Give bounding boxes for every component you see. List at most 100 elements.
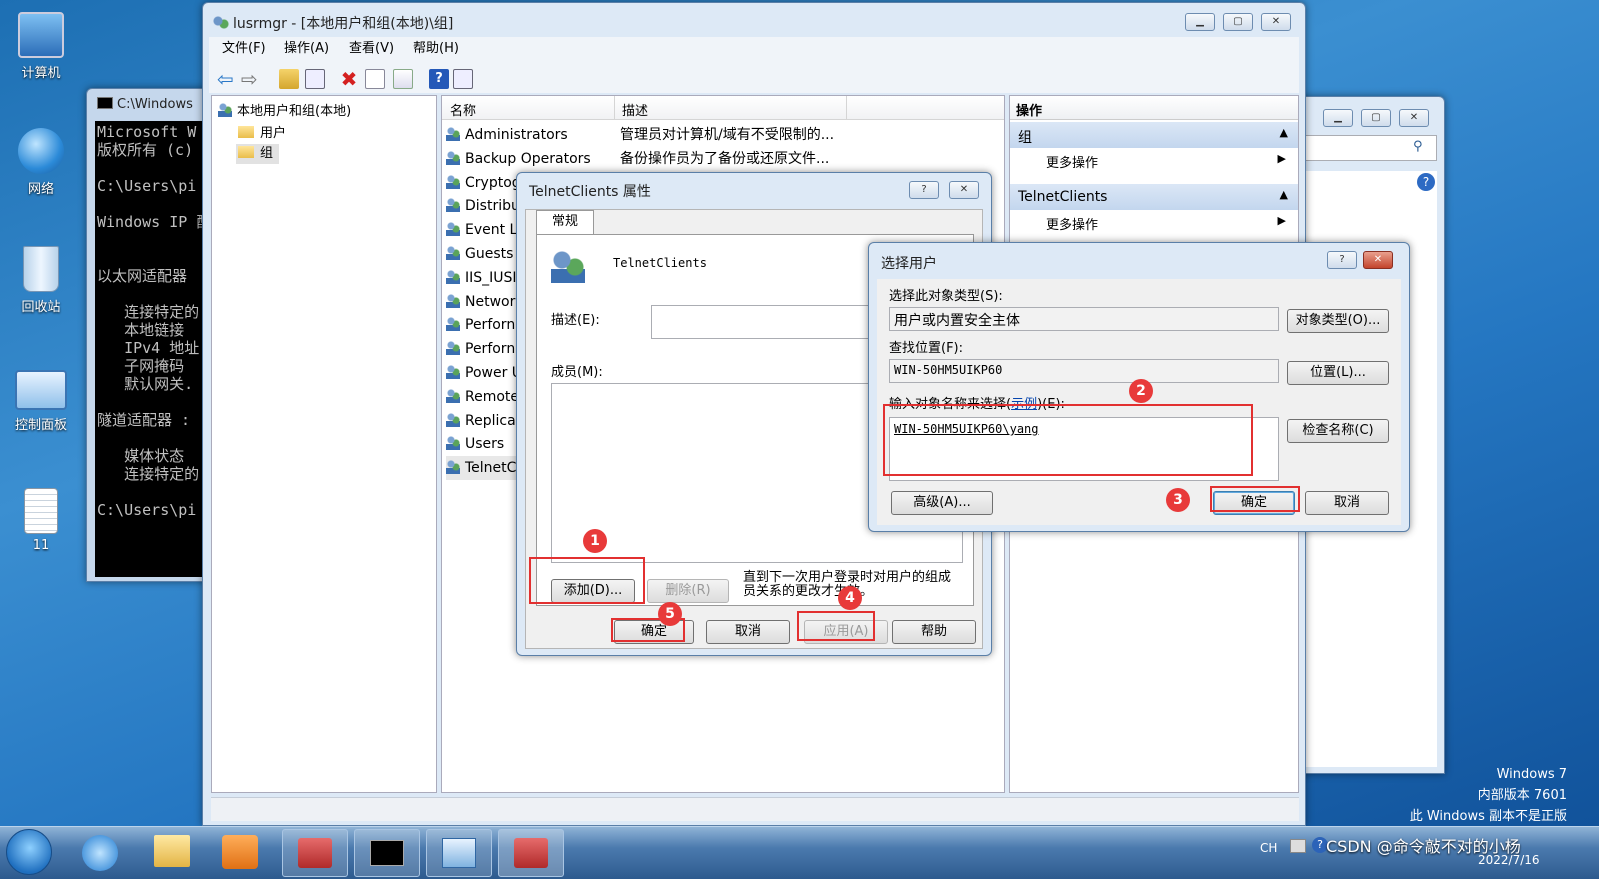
advanced-button[interactable]: 高级(A)... bbox=[891, 491, 993, 515]
column-divider[interactable] bbox=[614, 96, 615, 120]
menu-view[interactable]: 查看(V) bbox=[349, 37, 394, 61]
back-arrow-icon[interactable]: ⇦ bbox=[217, 69, 237, 89]
table-row[interactable]: TelnetC bbox=[446, 456, 517, 480]
start-button[interactable] bbox=[6, 829, 52, 875]
group-name: Cryptog bbox=[465, 175, 521, 191]
taskbar-item-control-panel[interactable] bbox=[426, 829, 492, 877]
group-icon bbox=[446, 389, 460, 403]
table-row[interactable]: Perforn bbox=[446, 313, 515, 337]
desktop-icon-label: 计算机 bbox=[21, 66, 61, 81]
desktop-icon-computer[interactable]: 计算机 bbox=[8, 12, 74, 81]
maximize-button[interactable]: ▢ bbox=[1223, 13, 1253, 31]
table-row[interactable]: IIS_IUSI bbox=[446, 266, 517, 290]
show-action-pane-icon[interactable] bbox=[453, 69, 473, 89]
cancel-button[interactable]: 取消 bbox=[1305, 491, 1389, 515]
remove-button[interactable]: 删除(R) bbox=[647, 579, 729, 603]
table-row[interactable]: Users bbox=[446, 432, 504, 456]
desktop-icon-network[interactable]: 网络 bbox=[8, 128, 74, 197]
table-row[interactable]: Administrators 管理员对计算机/域有不受限制的... bbox=[446, 123, 834, 147]
check-names-button[interactable]: 检查名称(C) bbox=[1287, 419, 1389, 443]
menu-action[interactable]: 操作(A) bbox=[284, 37, 329, 61]
table-row[interactable]: Distribu bbox=[446, 194, 520, 218]
close-button[interactable]: ✕ bbox=[1261, 13, 1291, 31]
table-row[interactable]: Replica bbox=[446, 409, 516, 433]
desktop-icon-label: 网络 bbox=[27, 182, 54, 197]
desktop-icon-control-panel[interactable]: 控制面板 bbox=[8, 370, 74, 433]
locations-button[interactable]: 位置(L)... bbox=[1287, 361, 1389, 385]
column-name[interactable]: 名称 bbox=[450, 100, 476, 119]
help-dialog-button[interactable]: 帮助 bbox=[892, 620, 976, 644]
forward-arrow-icon[interactable]: ⇨ bbox=[241, 69, 261, 89]
actions-section-group[interactable]: 组 ▲ bbox=[1010, 122, 1298, 148]
close-button[interactable]: ✕ bbox=[949, 181, 979, 199]
group-name: Networ bbox=[465, 294, 516, 310]
cmd-line bbox=[97, 393, 217, 411]
show-hide-tree-icon[interactable] bbox=[305, 69, 325, 89]
more-actions-group[interactable]: 更多操作 ▶ bbox=[1046, 152, 1294, 171]
tree-item-users[interactable]: 用户 bbox=[238, 122, 286, 141]
clock-date[interactable]: 2022/7/16 bbox=[1478, 853, 1540, 867]
explorer-folder-icon[interactable] bbox=[154, 835, 190, 867]
cmd-line: 子网掩码 bbox=[97, 357, 185, 375]
status-bar bbox=[211, 797, 1299, 821]
cmd-line: 连接特定的 bbox=[97, 303, 200, 321]
taskbar-item-cmd[interactable] bbox=[354, 829, 420, 877]
table-row[interactable]: Cryptog bbox=[446, 171, 521, 195]
collapse-icon[interactable]: ▲ bbox=[1280, 188, 1288, 201]
close-button[interactable]: ✕ bbox=[1399, 109, 1429, 127]
group-name: TelnetClients bbox=[613, 256, 707, 270]
up-folder-icon[interactable] bbox=[279, 69, 299, 89]
group-name: IIS_IUSI bbox=[465, 270, 517, 286]
cancel-button[interactable]: 取消 bbox=[706, 620, 790, 644]
maximize-button[interactable]: ▢ bbox=[1361, 109, 1391, 127]
minimize-button[interactable]: ▁ bbox=[1185, 13, 1215, 31]
desktop-icon-file[interactable]: 11 bbox=[8, 488, 74, 553]
table-row[interactable]: Remote bbox=[446, 385, 519, 409]
actions-section-telnetclients[interactable]: TelnetClients ▲ bbox=[1010, 184, 1298, 210]
annotation-box-1 bbox=[529, 557, 645, 604]
group-icon bbox=[446, 460, 460, 474]
table-row[interactable]: Guests bbox=[446, 242, 513, 266]
table-row[interactable]: Power U bbox=[446, 361, 522, 385]
table-row[interactable]: Networ bbox=[446, 290, 515, 314]
help-icon[interactable]: ? bbox=[1417, 173, 1435, 191]
input-language-indicator[interactable]: CH bbox=[1260, 841, 1277, 855]
properties-icon[interactable] bbox=[365, 69, 385, 89]
taskbar-item-toolbox[interactable] bbox=[282, 829, 348, 877]
cmd-line: 以太网适配器 bbox=[97, 267, 188, 285]
table-row[interactable]: Backup Operators 备份操作员为了备份或还原文件... bbox=[446, 147, 829, 171]
search-icon[interactable]: ⚲ bbox=[1413, 139, 1423, 154]
collapse-icon[interactable]: ▲ bbox=[1280, 126, 1288, 139]
table-row[interactable]: Event L bbox=[446, 218, 517, 242]
text-file-icon bbox=[24, 488, 58, 534]
export-list-icon[interactable] bbox=[393, 69, 413, 89]
table-row[interactable]: Perforn bbox=[446, 337, 515, 361]
help-button[interactable]: ? bbox=[909, 181, 939, 199]
delete-icon[interactable]: ✖ bbox=[339, 69, 359, 89]
column-divider[interactable] bbox=[846, 96, 847, 120]
media-player-icon[interactable] bbox=[222, 835, 258, 869]
group-description: 备份操作员为了备份或还原文件... bbox=[620, 151, 830, 167]
minimize-button[interactable]: ▁ bbox=[1323, 109, 1353, 127]
watermark-line: 此 Windows 副本不是正版 bbox=[1409, 809, 1567, 824]
more-actions-telnetclients[interactable]: 更多操作 ▶ bbox=[1046, 214, 1294, 233]
cmd-console[interactable]: Microsoft W 版权所有 (c) C:\Users\pi Windows IP… bbox=[95, 121, 219, 577]
submenu-arrow-icon: ▶ bbox=[1277, 214, 1286, 227]
tree-root[interactable]: 本地用户和组(本地) bbox=[218, 100, 351, 119]
keyboard-icon[interactable] bbox=[1290, 839, 1306, 853]
taskbar-item-lusrmgr[interactable] bbox=[498, 829, 564, 877]
help-icon[interactable]: ? bbox=[429, 69, 449, 89]
group-icon bbox=[446, 317, 460, 331]
column-description[interactable]: 描述 bbox=[622, 100, 648, 119]
internet-explorer-icon[interactable] bbox=[82, 835, 118, 871]
submenu-arrow-icon: ▶ bbox=[1277, 152, 1286, 165]
window-title-text: lusrmgr - [本地用户和组(本地)\组] bbox=[233, 16, 454, 32]
object-types-button[interactable]: 对象类型(O)... bbox=[1287, 309, 1389, 333]
desktop-icon-recycle-bin[interactable]: 回收站 bbox=[8, 246, 74, 315]
close-button[interactable]: ✕ bbox=[1363, 251, 1393, 269]
tab-general[interactable]: 常规 bbox=[536, 210, 594, 234]
help-button[interactable]: ? bbox=[1327, 251, 1357, 269]
menu-file[interactable]: 文件(F) bbox=[222, 37, 266, 61]
menu-help[interactable]: 帮助(H) bbox=[413, 37, 459, 61]
tree-item-groups[interactable]: 组 bbox=[236, 144, 280, 164]
